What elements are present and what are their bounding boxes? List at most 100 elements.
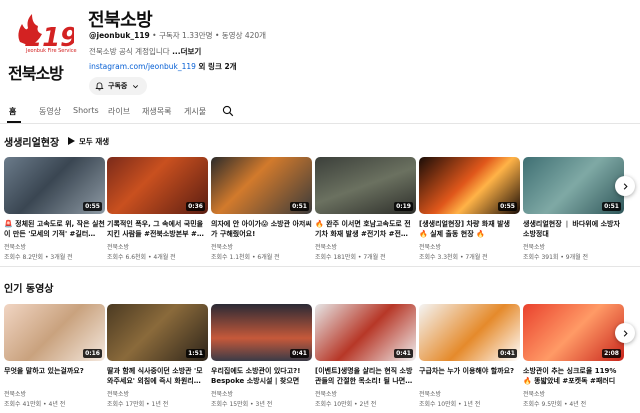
video-meta: 조회수 9.5만회 • 4년 전	[523, 401, 587, 408]
shelf-next-button[interactable]	[615, 176, 635, 196]
channel-meta: @jeonbuk_119 • 구독자 1.33만명 • 동영상 420개	[89, 30, 266, 41]
video-meta: 조회수 181만회 • 7개월 전	[315, 254, 386, 261]
video-title[interactable]: 생생리얼현장 ❘ 바다위에 소방자 소방정대	[523, 219, 624, 239]
video-channel[interactable]: 전북소방	[107, 389, 208, 398]
video-thumbnail[interactable]: 0:51	[211, 157, 312, 214]
description-text: 전북소방 공식 계정입니다	[89, 47, 173, 56]
video-duration: 2:08	[602, 349, 621, 358]
video-duration: 0:36	[186, 202, 205, 211]
video-card[interactable]: 0:16 무엇을 말하고 있는걸까요? 전북소방 조회수 41만회 • 4년 전	[4, 304, 105, 408]
video-title[interactable]: 우리집에도 소방관이 있다고?! Bespoke 소방시설 | 찾으면 보…	[211, 366, 312, 386]
video-card[interactable]: 0:36 기록적인 폭우, 그 속에서 국민을 지킨 사람들 #전북소방본부 #…	[107, 157, 208, 261]
video-title[interactable]: 소방관이 추는 싱크로율 119% 🔥 똥밟았네 #포켓독 #패러디 #…	[523, 366, 624, 386]
tab-videos[interactable]: 동영상	[39, 106, 61, 117]
video-channel[interactable]: 전북소방	[211, 242, 312, 251]
video-channel[interactable]: 전북소방	[4, 242, 105, 251]
instagram-link[interactable]: instagram.com/jeonbuk_119	[89, 62, 196, 71]
bell-icon	[95, 81, 104, 90]
video-card[interactable]: 0:41 구급차는 누가 이용해야 할까요? 전북소방 조회수 10만회 • 1…	[419, 304, 520, 408]
video-title[interactable]: 🔥 완주 이서면 호남고속도로 전기차 화재 발생 #전기차 #전…	[315, 219, 416, 239]
video-thumbnail[interactable]: 0:19	[315, 157, 416, 214]
video-duration: 0:41	[498, 349, 517, 358]
video-duration: 1:51	[186, 349, 205, 358]
active-tab-indicator	[7, 121, 21, 123]
logo-subtitle: Jeonbuk Fire Service	[26, 48, 77, 54]
shelf-title[interactable]: 인기 동영상	[4, 280, 53, 295]
video-thumbnail[interactable]: 0:55	[419, 157, 520, 214]
video-duration: 0:51	[290, 202, 309, 211]
video-channel[interactable]: 전북소방	[211, 389, 312, 398]
tab-posts[interactable]: 게시물	[184, 106, 206, 117]
video-title[interactable]: 딸과 함께 식사중이던 소방관 '모와주세요' 외침에 즉시 화원리…	[107, 366, 208, 386]
video-card[interactable]: 2:08 소방관이 추는 싱크로율 119% 🔥 똥밟았네 #포켓독 #패러디 …	[523, 304, 624, 408]
video-title[interactable]: 무엇을 말하고 있는걸까요?	[4, 366, 105, 386]
tab-live[interactable]: 라이브	[108, 106, 130, 117]
meta-separator: •	[212, 31, 222, 40]
video-meta: 조회수 15만회 • 3년 전	[211, 401, 273, 408]
video-meta: 조회수 6.6천회 • 4개월 전	[107, 254, 176, 261]
video-card[interactable]: 0:41 우리집에도 소방관이 있다고?! Bespoke 소방시설 | 찾으면…	[211, 304, 312, 408]
shelf-divider	[0, 266, 640, 267]
video-meta: 조회수 3.3천회 • 7개월 전	[419, 254, 488, 261]
video-channel[interactable]: 전북소방	[523, 242, 624, 251]
video-title[interactable]: 기록적인 폭우, 그 속에서 국민을 지킨 사람들 #전북소방본부 #…	[107, 219, 208, 239]
video-card[interactable]: 0:51 의자에 안 아이가😱 소방관 아저씨가 구해줬어요! 전북소방 조회수…	[211, 157, 312, 261]
search-icon[interactable]	[222, 105, 234, 117]
chevron-right-icon	[623, 329, 628, 337]
video-title[interactable]: 의자에 안 아이가😱 소방관 아저씨가 구해줬어요!	[211, 219, 312, 239]
video-title[interactable]: [이벤트]생명을 살리는 현직 소방관들의 간절한 목소리! 될 나면…	[315, 366, 416, 386]
video-thumbnail[interactable]: 0:41	[315, 304, 416, 361]
tab-playlists[interactable]: 재생목록	[142, 106, 171, 117]
video-card[interactable]: 0:55 🚨 정체된 고속도로 위, 작은 실천이 만든 '모세의 기적' #길…	[4, 157, 105, 261]
video-thumbnail[interactable]: 0:55	[4, 157, 105, 214]
video-thumbnail[interactable]: 0:51	[523, 157, 624, 214]
video-duration: 0:55	[83, 202, 102, 211]
video-thumbnail[interactable]: 0:41	[419, 304, 520, 361]
video-channel[interactable]: 전북소방	[315, 242, 416, 251]
channel-description[interactable]: 전북소방 공식 계정입니다 ...더보기	[89, 46, 201, 57]
video-thumbnail[interactable]: 0:41	[211, 304, 312, 361]
video-card[interactable]: 0:51 생생리얼현장 ❘ 바다위에 소방자 소방정대 전북소방 조회수 391…	[523, 157, 624, 261]
subscribed-button[interactable]: 구독중	[89, 77, 147, 95]
video-channel[interactable]: 전북소방	[4, 389, 105, 398]
video-channel[interactable]: 전북소방	[523, 389, 624, 398]
play-all-label: 모두 재생	[79, 136, 110, 146]
video-meta: 조회수 17만회 • 1년 전	[107, 401, 169, 408]
channel-handle: @jeonbuk_119	[89, 31, 150, 40]
video-thumbnail[interactable]: 0:36	[107, 157, 208, 214]
video-meta: 조회수 10만회 • 1년 전	[419, 401, 481, 408]
shelf-next-button[interactable]	[615, 323, 635, 343]
meta-separator: •	[149, 31, 159, 40]
more-link[interactable]: ...더보기	[172, 47, 201, 56]
video-channel[interactable]: 전북소방	[315, 389, 416, 398]
tab-home[interactable]: 홈	[9, 106, 16, 117]
channel-logo[interactable]: 119 Jeonbuk Fire Service 전북소방	[6, 12, 78, 83]
channel-links[interactable]: instagram.com/jeonbuk_119 외 링크 2개	[89, 61, 237, 72]
video-card[interactable]: 0:55 [생생리얼현장] 차량 화재 발생 🔥 실제 출동 현장 🔥 전북소방…	[419, 157, 520, 261]
video-meta: 조회수 1.1천회 • 6개월 전	[211, 254, 280, 261]
other-links[interactable]: 외 링크 2개	[196, 62, 237, 71]
video-channel[interactable]: 전북소방	[419, 389, 520, 398]
chevron-right-icon	[623, 182, 628, 190]
tab-shorts[interactable]: Shorts	[73, 106, 99, 115]
video-duration: 0:41	[290, 349, 309, 358]
video-thumbnail[interactable]: 0:16	[4, 304, 105, 361]
shelf-title[interactable]: 생생리얼현장	[4, 134, 59, 149]
video-card[interactable]: 1:51 딸과 함께 식사중이던 소방관 '모와주세요' 외침에 즉시 화원리……	[107, 304, 208, 408]
play-all-button[interactable]: 모두 재생	[68, 134, 109, 148]
video-title[interactable]: [생생리얼현장] 차량 화재 발생 🔥 실제 출동 현장 🔥	[419, 219, 520, 239]
video-thumbnail[interactable]: 2:08	[523, 304, 624, 361]
video-duration: 0:51	[602, 202, 621, 211]
video-duration: 0:41	[394, 349, 413, 358]
video-thumbnail[interactable]: 1:51	[107, 304, 208, 361]
video-channel[interactable]: 전북소방	[107, 242, 208, 251]
channel-name: 전북소방	[88, 10, 153, 31]
video-title[interactable]: 🚨 정체된 고속도로 위, 작은 실천이 만든 '모세의 기적' #길터…	[4, 219, 105, 239]
video-card[interactable]: 0:41 [이벤트]생명을 살리는 현직 소방관들의 간절한 목소리! 될 나면…	[315, 304, 416, 408]
video-channel[interactable]: 전북소방	[419, 242, 520, 251]
video-duration: 0:16	[83, 349, 102, 358]
video-card[interactable]: 0:19 🔥 완주 이서면 호남고속도로 전기차 화재 발생 #전기차 #전… …	[315, 157, 416, 261]
play-icon	[68, 137, 75, 145]
video-title[interactable]: 구급차는 누가 이용해야 할까요?	[419, 366, 520, 386]
video-meta: 조회수 391회 • 9개월 전	[523, 254, 589, 261]
